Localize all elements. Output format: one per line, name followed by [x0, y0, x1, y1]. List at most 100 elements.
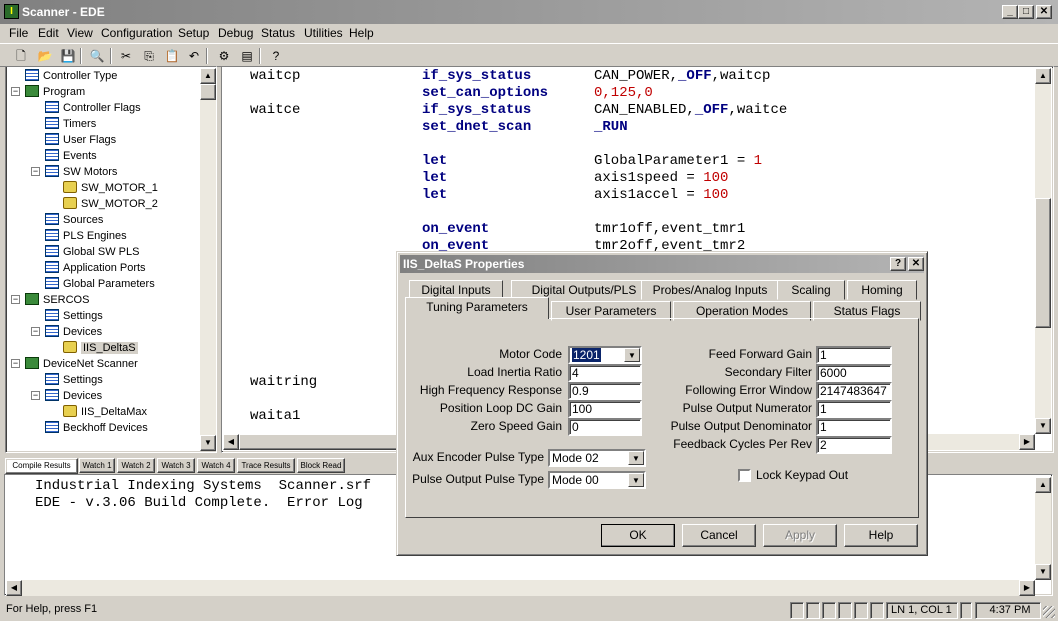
scroll-thumb[interactable]	[200, 84, 216, 100]
open-folder-icon[interactable]: 📂	[36, 47, 54, 65]
help-icon[interactable]: ?	[267, 47, 285, 65]
dialog-tab[interactable]: Homing	[847, 280, 917, 300]
field-input[interactable]: 100	[568, 400, 642, 418]
dialog-tab[interactable]: Tuning Parameters	[405, 297, 549, 319]
tree-item[interactable]: User Flags	[45, 132, 116, 148]
field-input[interactable]: 6000	[816, 364, 892, 382]
output-horizontal-scrollbar[interactable]: ◀ ▶	[6, 580, 1035, 596]
tree-item[interactable]: Global SW PLS	[45, 244, 139, 260]
expand-toggle-icon[interactable]: −	[31, 391, 40, 400]
field-input[interactable]: 2	[816, 436, 892, 454]
output-tab[interactable]: Compile Results	[5, 458, 78, 474]
field-input[interactable]: 1	[816, 346, 892, 364]
tree-item[interactable]: SW_MOTOR_2	[63, 196, 158, 212]
tree-item[interactable]: SERCOS	[25, 292, 89, 308]
tree-item[interactable]: Controller Type	[25, 68, 117, 84]
scroll-thumb[interactable]	[239, 434, 409, 450]
undo-icon[interactable]: ↶	[185, 47, 203, 65]
find-icon[interactable]: 🔍	[88, 47, 106, 65]
output-tab[interactable]: Trace Results	[237, 458, 295, 473]
project-tree[interactable]: Controller Type Program − Controller Flags T…	[7, 67, 216, 451]
tree-item[interactable]: SW_MOTOR_1	[63, 180, 158, 196]
scroll-left-button[interactable]: ◀	[6, 580, 22, 596]
menu-edit[interactable]: Edit	[38, 26, 59, 40]
tree-item[interactable]: Settings	[45, 372, 103, 388]
motor-code-select[interactable]: 1201 ▼	[568, 346, 642, 364]
menu-debug[interactable]: Debug	[218, 26, 253, 40]
scroll-right-button[interactable]: ▶	[1019, 580, 1035, 596]
lock-keypad-checkbox[interactable]	[738, 469, 751, 482]
tree-item[interactable]: Devices	[45, 388, 102, 404]
menu-status[interactable]: Status	[261, 26, 295, 40]
aux-encoder-select[interactable]: Mode 02 ▼	[548, 449, 646, 467]
tree-item[interactable]: Controller Flags	[45, 100, 141, 116]
dialog-tab[interactable]: Scaling	[777, 280, 845, 300]
tree-item[interactable]: Beckhoff Devices	[45, 420, 148, 436]
copy-icon[interactable]: ⎘	[140, 47, 158, 65]
field-input[interactable]: 2147483647	[816, 382, 892, 400]
scroll-up-button[interactable]: ▲	[1035, 68, 1051, 84]
output-tab[interactable]: Watch 3	[157, 458, 195, 473]
maximize-button[interactable]: □	[1018, 5, 1034, 19]
tree-vertical-scrollbar[interactable]: ▲ ▼	[200, 68, 216, 451]
tree-item[interactable]: Global Parameters	[45, 276, 155, 292]
cut-icon[interactable]: ✂	[117, 47, 135, 65]
scroll-right-button[interactable]: ▶	[1019, 434, 1035, 450]
field-input[interactable]: 1	[816, 400, 892, 418]
menu-configuration[interactable]: Configuration	[101, 26, 172, 40]
tree-item[interactable]: IIS_DeltaS	[63, 340, 138, 356]
tree-item[interactable]: SW Motors	[45, 164, 117, 180]
tree-item[interactable]: Application Ports	[45, 260, 146, 276]
tree-item[interactable]: Settings	[45, 308, 103, 324]
new-file-icon[interactable]: 🗋	[12, 47, 30, 65]
scroll-down-button[interactable]: ▼	[1035, 564, 1051, 580]
menu-file[interactable]: File	[9, 26, 28, 40]
expand-toggle-icon[interactable]: −	[11, 359, 20, 368]
chevron-down-icon[interactable]: ▼	[628, 473, 644, 487]
expand-toggle-icon[interactable]: −	[11, 295, 20, 304]
tree-item[interactable]: PLS Engines	[45, 228, 127, 244]
expand-toggle-icon[interactable]: −	[31, 327, 40, 336]
tree-item[interactable]: Program	[25, 84, 85, 100]
output-tab[interactable]: Watch 4	[197, 458, 235, 473]
dialog-tab[interactable]: Probes/Analog Inputs	[641, 280, 779, 300]
tree-item[interactable]: Events	[45, 148, 97, 164]
chevron-down-icon[interactable]: ▼	[624, 348, 640, 362]
editor-vertical-scrollbar[interactable]: ▲ ▼	[1035, 68, 1051, 434]
field-input[interactable]: 4	[568, 364, 642, 382]
save-icon[interactable]: 💾	[59, 47, 77, 65]
menu-view[interactable]: View	[67, 26, 93, 40]
expand-toggle-icon[interactable]: −	[11, 87, 20, 96]
ok-button[interactable]: OK	[601, 524, 675, 547]
chevron-down-icon[interactable]: ▼	[628, 451, 644, 465]
menu-setup[interactable]: Setup	[178, 26, 209, 40]
scroll-down-button[interactable]: ▼	[200, 435, 216, 451]
output-tab[interactable]: Watch 2	[117, 458, 155, 473]
compile-icon[interactable]: ⚙	[215, 47, 233, 65]
tree-item[interactable]: DeviceNet Scanner	[25, 356, 138, 372]
menu-utilities[interactable]: Utilities	[304, 26, 343, 40]
tree-item[interactable]: Devices	[45, 324, 102, 340]
scroll-up-button[interactable]: ▲	[200, 68, 216, 84]
help-button[interactable]: Help	[844, 524, 918, 547]
scroll-left-button[interactable]: ◀	[223, 434, 239, 450]
resize-grip[interactable]	[1043, 606, 1055, 618]
tree-item[interactable]: Sources	[45, 212, 103, 228]
output-vertical-scrollbar[interactable]: ▲ ▼	[1035, 477, 1051, 580]
scroll-down-button[interactable]: ▼	[1035, 418, 1051, 434]
scroll-up-button[interactable]: ▲	[1035, 477, 1051, 493]
close-button[interactable]: ✕	[1036, 5, 1052, 19]
pulse-output-select[interactable]: Mode 00 ▼	[548, 471, 646, 489]
field-input[interactable]: 0	[568, 418, 642, 436]
scroll-thumb[interactable]	[1035, 198, 1051, 328]
cancel-button[interactable]: Cancel	[682, 524, 756, 547]
apply-button[interactable]: Apply	[763, 524, 837, 547]
tree-item[interactable]: Timers	[45, 116, 96, 132]
minimize-button[interactable]: _	[1002, 5, 1018, 19]
output-tab[interactable]: Block Read	[297, 458, 345, 473]
menu-help[interactable]: Help	[349, 26, 374, 40]
field-input[interactable]: 1	[816, 418, 892, 436]
dialog-close-button[interactable]: ✕	[908, 257, 924, 271]
build-icon[interactable]: ▤	[238, 47, 256, 65]
expand-toggle-icon[interactable]: −	[31, 167, 40, 176]
